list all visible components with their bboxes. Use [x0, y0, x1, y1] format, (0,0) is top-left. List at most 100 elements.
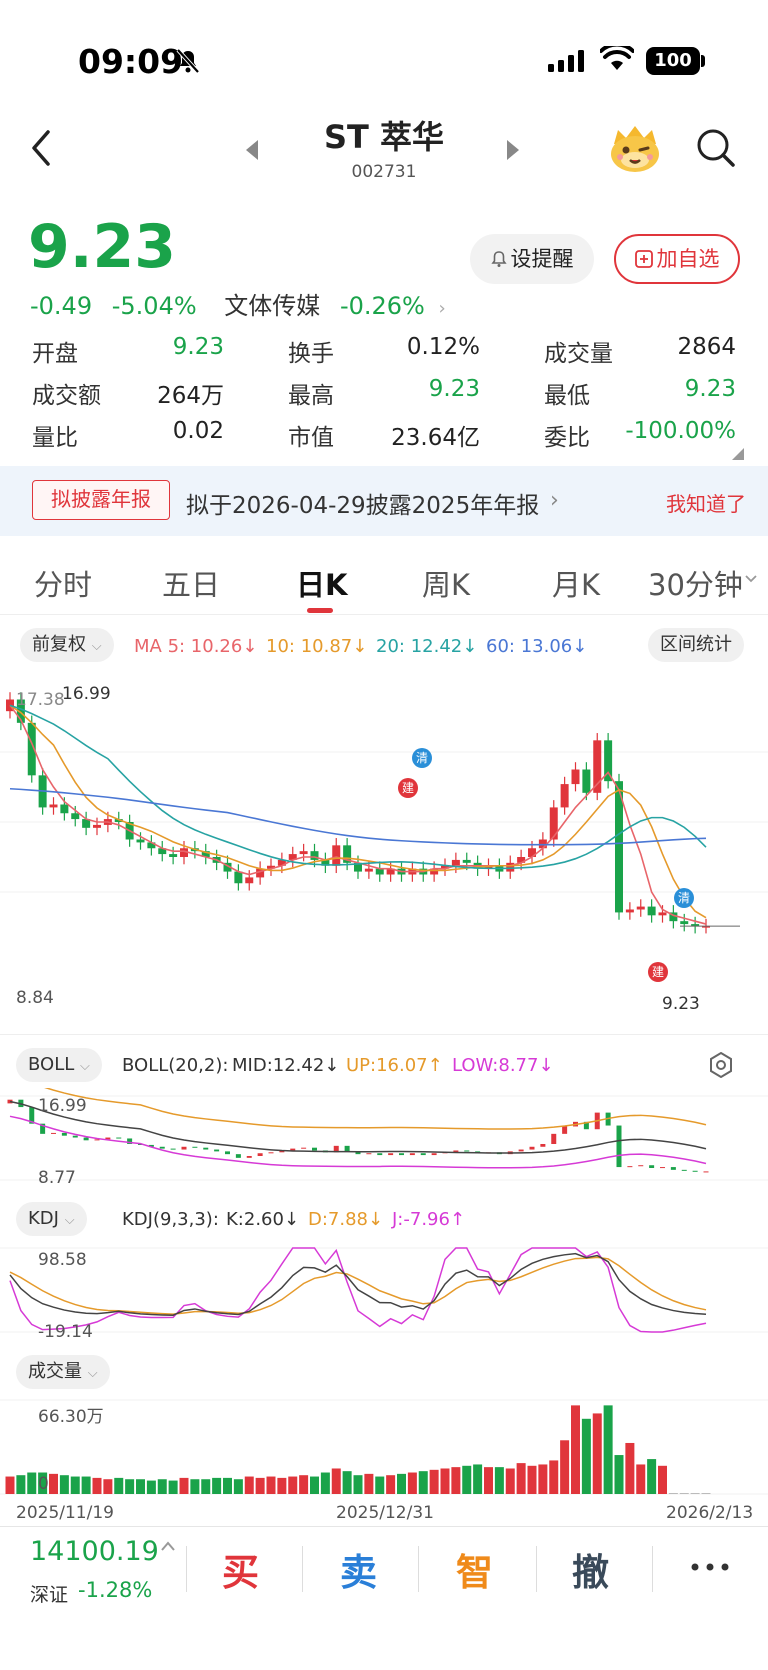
- candle-body: [625, 909, 634, 913]
- volume-bar: [571, 1405, 580, 1494]
- clear-badge-1[interactable]: 清: [412, 748, 432, 768]
- candle-body: [647, 906, 656, 916]
- volume-bar: [179, 1477, 189, 1494]
- candle-body: [299, 851, 308, 855]
- volume-name: 成交量: [28, 1361, 82, 1382]
- volume-bar: [81, 1476, 91, 1494]
- boll-candle: [692, 1170, 698, 1172]
- date-start: 2025/11/19: [16, 1503, 114, 1523]
- action-separator: [536, 1546, 537, 1592]
- boll-lines: [9, 1088, 707, 1169]
- tab-five-day[interactable]: 五日: [162, 562, 220, 604]
- boll-candle: [377, 1153, 383, 1156]
- boll-candle: [344, 1145, 350, 1152]
- volume-bar: [560, 1440, 570, 1494]
- volume-bar: [223, 1477, 232, 1494]
- kdj-d-value: D:7.88: [308, 1209, 369, 1230]
- disclosure-tag: 拟披露年报: [32, 480, 170, 520]
- cancel-order-button[interactable]: 撤: [572, 1542, 609, 1596]
- tab-monthly-k[interactable]: 月K: [552, 562, 600, 604]
- candle-body: [571, 769, 580, 785]
- boll-candle: [464, 1150, 470, 1152]
- stat-order-ratio-value: -100.00%: [625, 418, 736, 444]
- volume-bar: [636, 1464, 646, 1494]
- volume-bar: [5, 1476, 15, 1494]
- kdj-j-value: J:-7.96: [392, 1209, 450, 1230]
- smart-button[interactable]: 智: [456, 1542, 493, 1596]
- more-icon[interactable]: [690, 1562, 730, 1572]
- stat-order-ratio-label: 委比: [544, 425, 590, 451]
- boll-candle: [181, 1146, 187, 1150]
- volume-bar: [190, 1479, 200, 1494]
- add-favorite-button[interactable]: 加自选: [614, 234, 740, 284]
- signal-icon: [548, 50, 584, 72]
- stat-market-cap-label: 市值: [288, 425, 334, 451]
- adjust-dropdown[interactable]: 前复权 ⌵: [20, 628, 114, 662]
- boll-chart[interactable]: [0, 1088, 768, 1188]
- volume-bar: [136, 1479, 145, 1494]
- disclosure-dismiss-button[interactable]: 我知道了: [666, 488, 746, 517]
- volume-dropdown[interactable]: 成交量 ⌵: [16, 1355, 110, 1389]
- tab-daily-k[interactable]: 日K: [296, 562, 347, 604]
- price-change: -0.49: [30, 292, 93, 320]
- candle-body: [245, 877, 254, 884]
- volume-bar: [157, 1479, 167, 1494]
- buy-button[interactable]: 买: [222, 1542, 259, 1596]
- volume-bar: [266, 1476, 276, 1494]
- volume-bar: [668, 1493, 678, 1494]
- expand-corner-icon[interactable]: [732, 448, 744, 460]
- chevron-down-icon[interactable]: [744, 574, 758, 584]
- action-separator: [186, 1546, 187, 1592]
- boll-candle: [551, 1133, 557, 1144]
- range-stats-button[interactable]: 区间统计: [648, 628, 744, 662]
- chevron-up-icon[interactable]: [160, 1540, 176, 1552]
- volume-bar: [244, 1476, 254, 1494]
- bottom-divider: [0, 1526, 768, 1527]
- next-stock-icon[interactable]: [505, 140, 519, 160]
- stat-volume-ratio-label: 量比: [32, 425, 78, 451]
- clear-badge-2[interactable]: 清: [674, 888, 694, 908]
- kdj-chart[interactable]: [0, 1240, 768, 1342]
- search-icon[interactable]: [696, 128, 736, 168]
- disclosure-text[interactable]: 拟于2026-04-29披露2025年年报: [186, 486, 539, 520]
- adjust-label: 前复权: [32, 634, 86, 655]
- disclosure-chevron-icon[interactable]: ›: [550, 488, 559, 513]
- last-price: 9.23: [28, 212, 177, 282]
- volume-bar: [603, 1405, 613, 1494]
- tab-intraday[interactable]: 分时: [34, 562, 92, 604]
- tab-30min[interactable]: 30分钟: [648, 562, 743, 604]
- volume-bar: [70, 1476, 80, 1494]
- volume-bar: [114, 1477, 124, 1494]
- volume-bar: [690, 1493, 700, 1494]
- build-badge-1[interactable]: 建: [398, 778, 418, 798]
- add-square-icon: [634, 250, 653, 268]
- boll-candle: [388, 1153, 394, 1156]
- boll-candle: [562, 1126, 568, 1134]
- candle-body: [560, 784, 569, 808]
- volume-bar: [386, 1475, 396, 1494]
- volume-chart[interactable]: [0, 1396, 768, 1500]
- volume-bar: [353, 1475, 363, 1494]
- volume-bar: [418, 1471, 428, 1494]
- sell-button[interactable]: 卖: [340, 1542, 377, 1596]
- price-change-row: -0.49 -5.04% 文体传媒 -0.26% ›: [30, 286, 458, 321]
- set-alert-button[interactable]: 设提醒: [470, 234, 594, 284]
- tab-weekly-k[interactable]: 周K: [422, 562, 470, 604]
- mascot-icon[interactable]: [608, 124, 662, 174]
- stat-low-value: 9.23: [684, 376, 736, 402]
- sector-chevron-icon[interactable]: ›: [438, 298, 445, 319]
- sector-name[interactable]: 文体传媒: [224, 292, 320, 320]
- kdj-lines: [9, 1247, 707, 1333]
- build-badge-2[interactable]: 建: [648, 962, 668, 982]
- volume-bar: [299, 1475, 309, 1494]
- bell-muted-icon: [176, 48, 200, 74]
- battery-tip: [701, 55, 705, 67]
- tab-active-indicator: [307, 608, 333, 613]
- settings-gear-icon[interactable]: [708, 1052, 734, 1078]
- boll-candle: [203, 1147, 209, 1150]
- sector-change[interactable]: -0.26%: [340, 292, 425, 320]
- index-value[interactable]: 14100.19: [30, 1536, 159, 1567]
- kdj-dropdown[interactable]: KDJ ⌵: [16, 1202, 87, 1236]
- boll-dropdown[interactable]: BOLL ⌵: [16, 1048, 102, 1082]
- stat-low-label: 最低: [544, 383, 590, 409]
